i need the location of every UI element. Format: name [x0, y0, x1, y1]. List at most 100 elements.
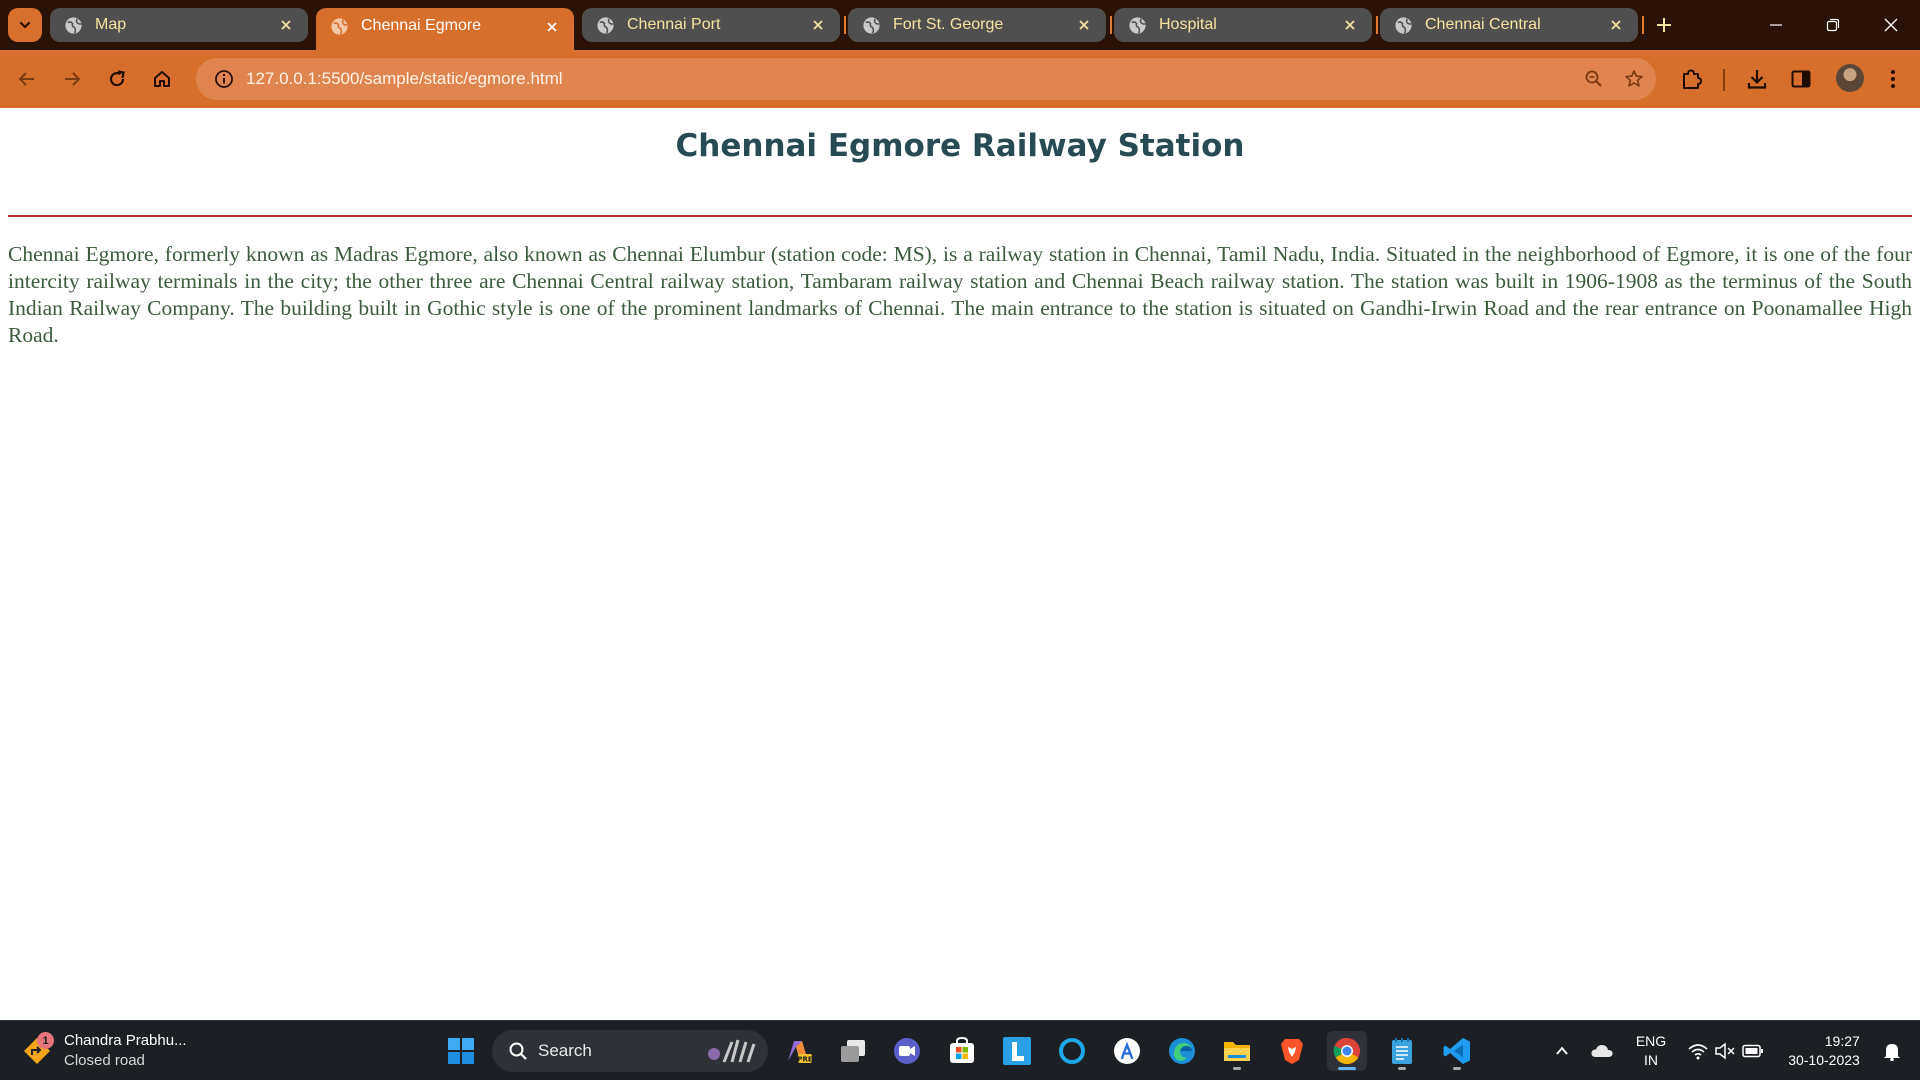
- task-view-icon: [841, 1040, 865, 1062]
- cortana-icon: [1059, 1038, 1085, 1064]
- tab-map[interactable]: Map: [50, 8, 308, 42]
- taskbar-search[interactable]: Search: [492, 1030, 768, 1072]
- brave-button[interactable]: [1272, 1031, 1312, 1071]
- teams-meet-button[interactable]: [887, 1031, 927, 1071]
- reload-icon: [109, 70, 125, 87]
- globe-icon: [597, 16, 614, 34]
- notepad-button[interactable]: [1382, 1031, 1422, 1071]
- tab-search-button[interactable]: [8, 8, 42, 42]
- weather-title: Chandra Prabhu...: [64, 1032, 187, 1049]
- tab-separator: [1376, 16, 1378, 34]
- plus-icon: [1657, 18, 1671, 32]
- browser-toolbar: 127.0.0.1:5500/sample/static/egmore.html: [0, 50, 1920, 108]
- home-icon: [154, 71, 170, 87]
- vscode-button[interactable]: [1437, 1031, 1477, 1071]
- close-tab-icon[interactable]: [1074, 15, 1094, 35]
- microsoft-store-button[interactable]: [942, 1031, 982, 1071]
- close-tab-icon[interactable]: [1340, 15, 1360, 35]
- weather-widget[interactable]: 1 Chandra Prabhu... Closed road: [22, 1029, 187, 1073]
- file-explorer-icon: [1224, 1042, 1250, 1061]
- address-bar[interactable]: 127.0.0.1:5500/sample/static/egmore.html: [196, 58, 1656, 100]
- clock-date: 30-10-2023: [1788, 1052, 1860, 1068]
- tab-title: Hospital: [1159, 16, 1217, 33]
- close-icon: [1884, 18, 1898, 32]
- edge-button[interactable]: [1162, 1031, 1202, 1071]
- home-button[interactable]: [144, 61, 180, 97]
- download-icon: [1747, 70, 1767, 89]
- globe-icon: [863, 16, 880, 34]
- browser-menu-button[interactable]: [1875, 61, 1911, 97]
- profile-avatar[interactable]: [1836, 64, 1864, 92]
- new-tab-button[interactable]: [1650, 11, 1678, 39]
- tab-title: Map: [95, 16, 127, 33]
- close-tab-icon[interactable]: [1606, 15, 1626, 35]
- tab-title: Chennai Port: [627, 16, 721, 33]
- tab-chennai-egmore[interactable]: Chennai Egmore: [316, 8, 574, 50]
- extensions-button[interactable]: [1673, 61, 1709, 97]
- tab-fort-st-george[interactable]: Fort St. George: [848, 8, 1106, 42]
- file-explorer-button[interactable]: [1217, 1031, 1257, 1071]
- chevron-down-icon: [19, 21, 31, 29]
- cortana-button[interactable]: [1052, 1031, 1092, 1071]
- close-tab-icon[interactable]: [542, 17, 562, 37]
- close-window-button[interactable]: [1873, 10, 1909, 40]
- windows-start-icon: [448, 1038, 474, 1064]
- minimize-icon: [1770, 24, 1782, 26]
- search-icon: [509, 1042, 527, 1060]
- arrow-right-icon: [65, 72, 81, 86]
- arrow-left-icon: [18, 72, 34, 86]
- zoom-button[interactable]: [1576, 61, 1612, 97]
- chrome-button[interactable]: [1327, 1031, 1367, 1071]
- page-title: Chennai Egmore Railway Station: [675, 128, 1245, 164]
- running-indicator: [1453, 1067, 1461, 1070]
- language-indicator[interactable]: ENG IN: [1630, 1021, 1672, 1080]
- app-store-button[interactable]: [1107, 1031, 1147, 1071]
- web-page: Chennai Egmore Railway Station Chennai E…: [0, 108, 1920, 1020]
- chrome-icon: [1333, 1037, 1360, 1065]
- divider: [8, 215, 1912, 217]
- globe-icon: [1129, 16, 1146, 34]
- tab-separator: [1110, 16, 1112, 34]
- restore-icon: [1826, 18, 1840, 32]
- close-tab-icon[interactable]: [276, 15, 296, 35]
- clock[interactable]: 19:27 30-10-2023: [1776, 1021, 1872, 1080]
- tab-separator: [844, 16, 846, 34]
- clock-time: 19:27: [1824, 1033, 1860, 1049]
- l-app-button[interactable]: [997, 1031, 1037, 1071]
- speaker-muted-icon: [1715, 1042, 1735, 1060]
- notepad-icon: [1392, 1038, 1412, 1064]
- show-hidden-icons-button[interactable]: [1548, 1021, 1576, 1080]
- copilot-icon: PRE: [788, 1041, 813, 1064]
- language-code: ENG: [1635, 1033, 1667, 1049]
- minimize-button[interactable]: [1758, 10, 1794, 40]
- task-view-button[interactable]: [833, 1031, 873, 1071]
- restore-button[interactable]: [1815, 10, 1851, 40]
- site-info-button[interactable]: [204, 58, 244, 100]
- reload-button[interactable]: [99, 61, 135, 97]
- tab-chennai-central[interactable]: Chennai Central: [1380, 8, 1638, 42]
- tab-title: Chennai Egmore: [361, 17, 482, 34]
- notification-badge: 1: [37, 1032, 54, 1049]
- back-button[interactable]: [9, 61, 45, 97]
- notifications-button[interactable]: [1874, 1021, 1910, 1080]
- side-panel-button[interactable]: [1783, 61, 1819, 97]
- app-store-icon: [1114, 1038, 1140, 1064]
- tab-chennai-port[interactable]: Chennai Port: [582, 8, 840, 42]
- tab-hospital[interactable]: Hospital: [1114, 8, 1372, 42]
- tab-separator: [1642, 16, 1644, 34]
- zoom-out-icon: [1585, 70, 1602, 87]
- downloads-button[interactable]: [1739, 61, 1775, 97]
- bookmark-button[interactable]: [1616, 61, 1652, 97]
- edge-icon: [1169, 1038, 1195, 1064]
- forward-button[interactable]: [54, 61, 90, 97]
- region-code: IN: [1644, 1052, 1658, 1068]
- weather-subtitle: Closed road: [64, 1052, 145, 1069]
- close-tab-icon[interactable]: [808, 15, 828, 35]
- copilot-button[interactable]: PRE: [778, 1031, 818, 1071]
- browser-tab-strip: Map Chennai Egmore Chennai Port Fort St.…: [0, 0, 1920, 50]
- info-icon: [215, 70, 233, 88]
- quick-settings-button[interactable]: [1684, 1021, 1768, 1080]
- onedrive-button[interactable]: [1586, 1021, 1618, 1080]
- start-button[interactable]: [441, 1031, 481, 1071]
- toolbar-divider: [1723, 69, 1725, 91]
